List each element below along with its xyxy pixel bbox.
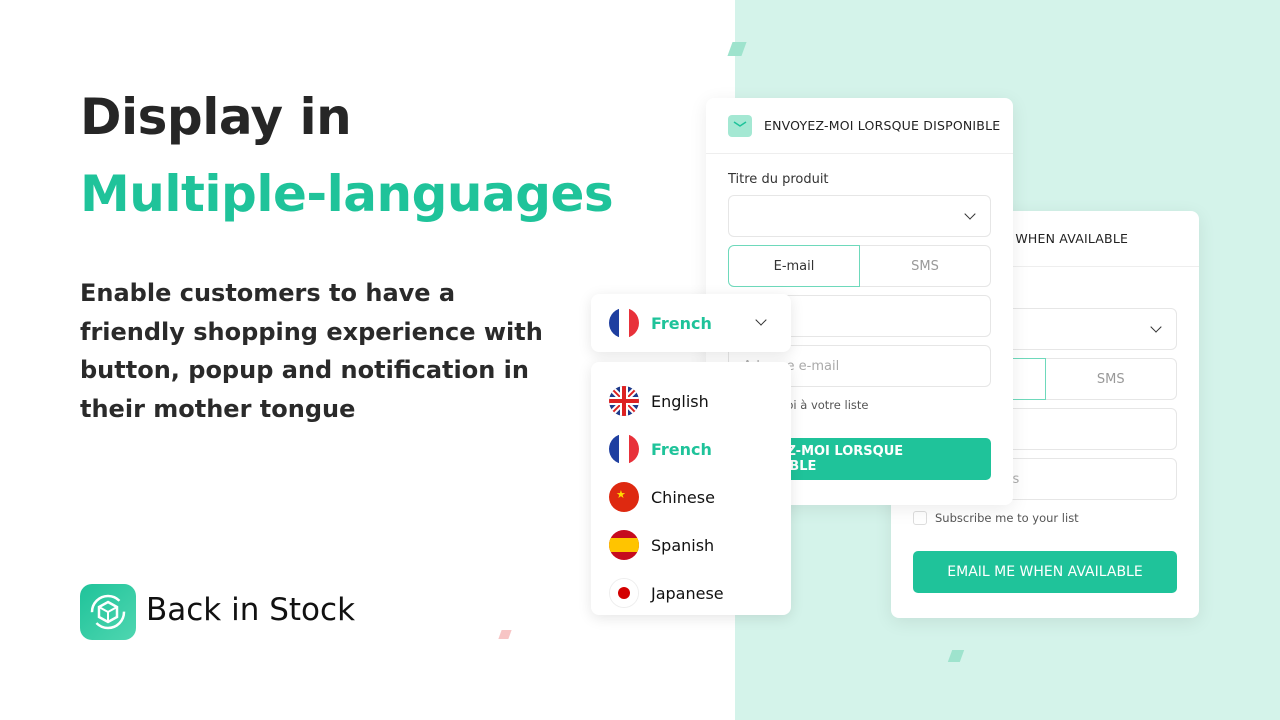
japan-flag-icon: [609, 578, 639, 608]
language-option-spanish[interactable]: Spanish: [591, 521, 791, 569]
decoration: [498, 630, 512, 639]
brand-name: Back in Stock: [146, 592, 356, 628]
product-label: Titre du produit: [728, 172, 829, 187]
language-option-french[interactable]: French: [591, 425, 791, 473]
spain-flag-icon: [609, 530, 639, 560]
language-option-chinese[interactable]: ★ Chinese: [591, 473, 791, 521]
svg-text:★: ★: [616, 488, 626, 501]
chevron-down-icon: [1150, 321, 1162, 333]
title-line1: Display in: [80, 88, 352, 146]
chevron-down-icon: [964, 208, 976, 220]
chevron-down-icon: [755, 314, 767, 326]
product-select[interactable]: [728, 195, 991, 237]
title-line2: Multiple-languages: [80, 165, 614, 223]
mail-icon: [728, 114, 752, 137]
selected-language: French: [651, 313, 712, 333]
subscribe-label: Subscribe me to your list: [935, 511, 1079, 525]
china-flag-icon: ★: [609, 482, 639, 512]
rotating-box-icon: [80, 584, 136, 640]
tab-sms[interactable]: SMS: [860, 245, 991, 287]
france-flag-icon: [609, 308, 639, 338]
language-option-english[interactable]: English: [591, 377, 791, 425]
tab-sms[interactable]: SMS: [1045, 358, 1177, 400]
language-dropdown: English French ★ Chinese Spanish Japanese: [591, 362, 791, 615]
email-me-button[interactable]: EMAIL ME WHEN AVAILABLE: [913, 551, 1177, 593]
language-select[interactable]: French: [591, 294, 791, 352]
tab-email[interactable]: E-mail: [728, 245, 860, 287]
channel-tabs: E-mail SMS: [728, 245, 991, 287]
description: Enable customers to have a friendly shop…: [80, 279, 543, 423]
subscribe-checkbox[interactable]: [913, 511, 927, 525]
language-option-japanese[interactable]: Japanese: [591, 569, 791, 617]
france-flag-icon: [609, 434, 639, 464]
card-header: ENVOYEZ-MOI LORSQUE DISPONIBLE: [706, 98, 1013, 154]
uk-flag-icon: [609, 386, 639, 416]
